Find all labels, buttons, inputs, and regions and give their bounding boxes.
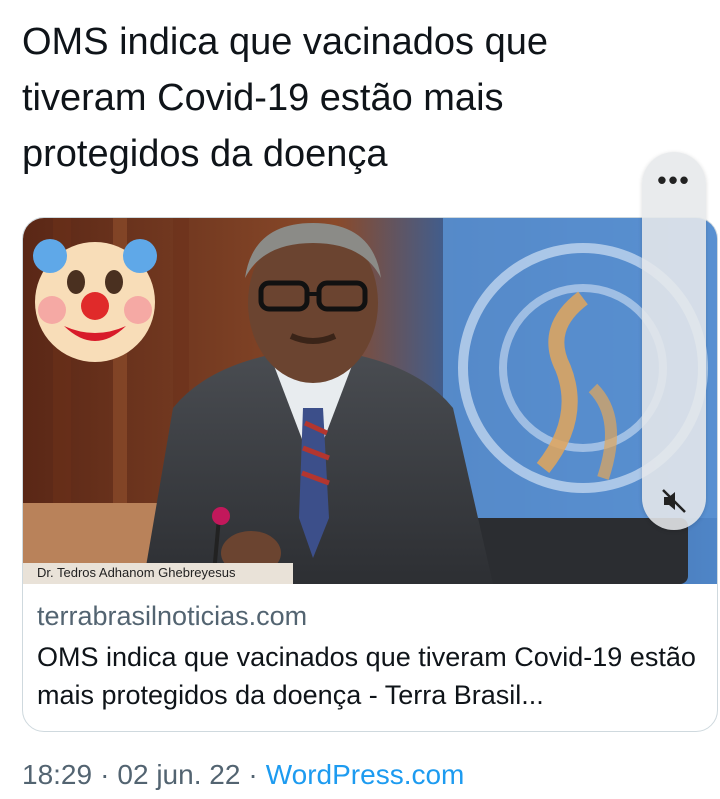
- separator: ·: [248, 759, 258, 790]
- card-title[interactable]: OMS indica que vacinados que tiveram Cov…: [37, 638, 705, 714]
- clown-face-emoji-icon: [28, 232, 162, 366]
- tweet-timestamp: 18:29 · 02 jun. 22 · WordPress.com: [22, 757, 464, 793]
- tweet-text: OMS indica que vacinados que tiveram Cov…: [22, 21, 548, 175]
- tweet-date[interactable]: 02 jun. 22: [117, 759, 240, 790]
- image-caption: Dr. Tedros Adhanom Ghebreyesus: [37, 565, 236, 580]
- separator: ·: [100, 759, 110, 790]
- media-overlay-controls[interactable]: •••: [642, 152, 706, 530]
- tweet-source-link[interactable]: WordPress.com: [266, 759, 465, 790]
- more-horizontal-icon[interactable]: •••: [642, 167, 706, 193]
- speaker-muted-icon[interactable]: [660, 487, 688, 515]
- card-domain[interactable]: terrabrasilnoticias.com: [37, 598, 705, 634]
- tweet-time[interactable]: 18:29: [22, 759, 92, 790]
